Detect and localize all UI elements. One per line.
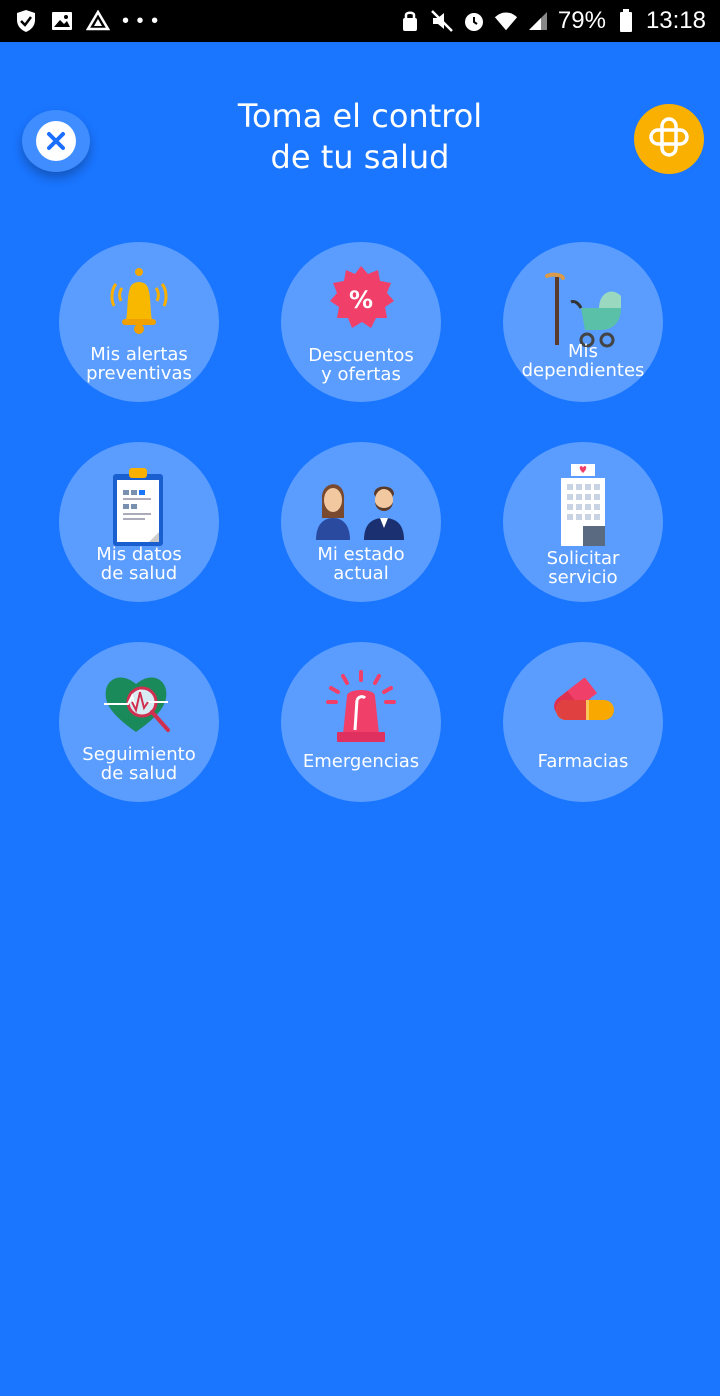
tile-seguimiento[interactable]: Seguimiento de salud [59, 642, 219, 802]
signal-icon [526, 9, 550, 33]
heart-monitor-icon [59, 642, 219, 742]
wifi-icon [494, 9, 518, 33]
close-button[interactable] [22, 110, 90, 172]
tile-label: Mi estado actual [317, 544, 405, 584]
shield-icon [14, 9, 38, 33]
tile-mis-dependientes[interactable]: Mis dependientes [503, 242, 663, 402]
bell-icon [59, 242, 219, 342]
svg-text:%: % [349, 286, 373, 314]
cross-logo-icon [647, 116, 691, 162]
cane-stroller-icon [503, 242, 663, 348]
tile-label: Descuentos y ofertas [308, 345, 414, 385]
status-right: 79% 13:18 [398, 7, 706, 35]
status-bar: • • • 79% 13:18 [0, 0, 720, 42]
alarm-icon [462, 9, 486, 33]
drive-icon [86, 9, 110, 33]
tile-label: Emergencias [302, 751, 420, 772]
tile-mi-estado[interactable]: Mi estado actual [281, 442, 441, 602]
couple-icon [281, 442, 441, 542]
header: Toma el control de tu salud [0, 42, 720, 222]
tile-solicitar-servicio[interactable]: Solicitar servicio [503, 442, 663, 602]
status-left: • • • [14, 9, 159, 33]
tile-emergencias[interactable]: Emergencias [281, 642, 441, 802]
hospital-icon [503, 442, 663, 546]
discount-badge-icon: % [281, 242, 441, 342]
clock: 13:18 [645, 7, 706, 34]
tile-mis-datos[interactable]: Mis datos de salud [59, 442, 219, 602]
tile-farmacias[interactable]: Farmacias [503, 642, 663, 802]
siren-icon [281, 642, 441, 742]
tile-descuentos[interactable]: % Descuentos y ofertas [281, 242, 441, 402]
image-icon [50, 9, 74, 33]
battery-icon [614, 9, 638, 33]
tile-label: Mis alertas preventivas [86, 344, 192, 384]
brand-button[interactable] [634, 104, 704, 174]
page-title: Toma el control de tu salud [237, 97, 483, 176]
mute-icon [430, 9, 454, 33]
tile-label: Seguimiento de salud [82, 744, 196, 784]
tile-label: Mis datos de salud [96, 544, 182, 584]
tile-label: Farmacias [537, 751, 629, 772]
tile-mis-alertas[interactable]: Mis alertas preventivas [59, 242, 219, 402]
lock-icon [398, 9, 422, 33]
pill-icon [503, 642, 663, 742]
tile-label: Solicitar servicio [546, 548, 620, 588]
tile-label: Mis dependientes [521, 341, 645, 381]
more-notifications: • • • [122, 10, 160, 32]
close-icon [36, 121, 76, 161]
clipboard-icon [59, 442, 219, 546]
battery-percent: 79% [557, 7, 606, 34]
